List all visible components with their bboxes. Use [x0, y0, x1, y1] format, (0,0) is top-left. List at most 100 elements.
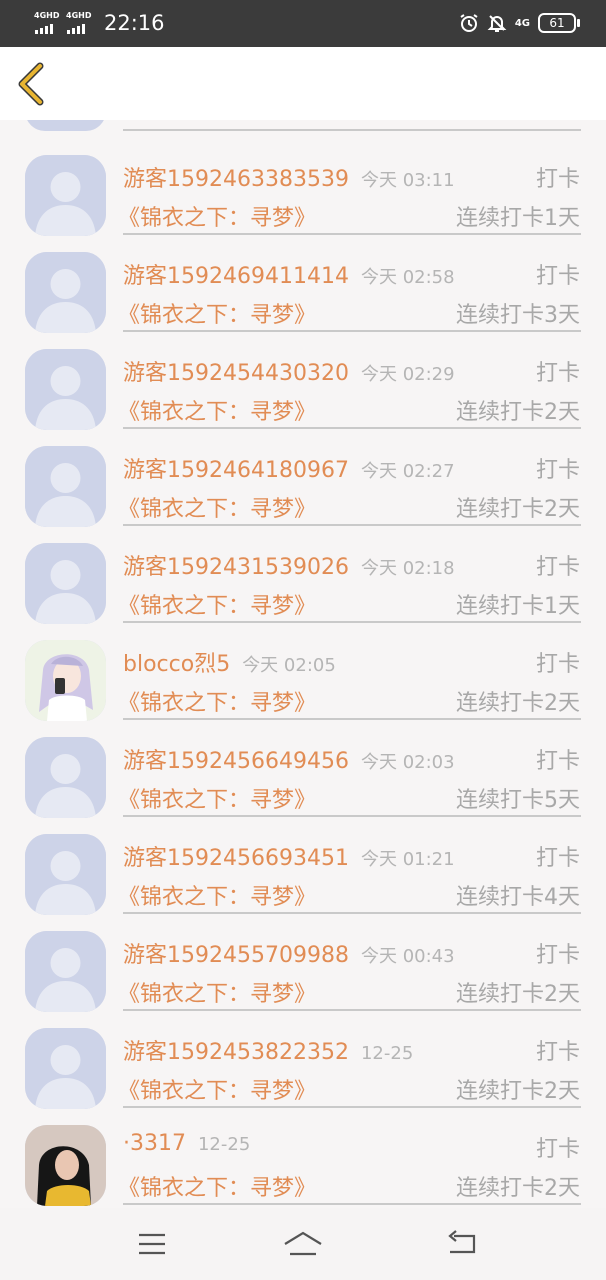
user-name[interactable]: ·3317 12-25 — [123, 1131, 250, 1156]
book-title[interactable]: 《锦衣之下：寻梦》 — [118, 685, 316, 717]
timestamp: 今天 02:03 — [360, 752, 455, 773]
divider — [123, 1203, 581, 1205]
avatar[interactable] — [25, 834, 106, 915]
user-name-text: 游客1592463383539 — [123, 167, 349, 192]
action-label: 打卡 — [535, 1040, 580, 1065]
divider — [123, 330, 581, 332]
book-title[interactable]: 《锦衣之下：寻梦》 — [118, 782, 316, 814]
user-name[interactable]: 游客1592455709988 今天 00:43 — [123, 937, 455, 969]
avatar[interactable] — [25, 1125, 106, 1206]
alarm-icon — [460, 14, 478, 32]
book-title[interactable]: 《锦衣之下：寻梦》 — [118, 297, 316, 329]
status-bar: 4GHD 4GHD 22:16 4G 61 — [0, 0, 606, 47]
list-item[interactable]: 游客1592464180967 今天 02:27 打卡《锦衣之下：寻梦》 连续打卡2天 — [0, 438, 606, 535]
divider — [123, 621, 581, 623]
user-name[interactable]: 游客1592456693451 今天 01:21 — [123, 840, 455, 872]
book-title[interactable]: 《锦衣之下：寻梦》 — [118, 976, 316, 1008]
book-title[interactable]: 《锦衣之下：寻梦》 — [118, 200, 316, 232]
avatar[interactable] — [25, 640, 106, 721]
action-label: 打卡 — [535, 555, 580, 580]
list-item[interactable]: 游客1592469411414 今天 02:58 打卡《锦衣之下：寻梦》 连续打卡3天 — [0, 244, 606, 341]
list-item[interactable]: blocco烈5 今天 02:05 打卡《锦衣之下：寻梦》 连续打卡2天 — [0, 632, 606, 729]
list-item[interactable]: 游客1592456693451 今天 01:21 打卡 《锦衣之下：寻梦》 连续打卡4天 — [0, 826, 606, 923]
timestamp: 今天 00:43 — [360, 946, 455, 967]
partial-list-item — [0, 120, 606, 132]
list-item[interactable]: ·3317 12-25 打卡《锦衣之下：寻梦》 连续打卡2天 — [0, 1117, 606, 1208]
home-button[interactable] — [283, 1228, 323, 1260]
user-name-text: 游客1592456649456 — [123, 749, 349, 774]
timestamp: 今天 02:18 — [360, 558, 455, 579]
user-name-text: 游客1592455709988 — [123, 943, 349, 968]
user-name[interactable]: 游客1592456649456 今天 02:03 — [123, 743, 455, 775]
system-nav-bar — [0, 1208, 606, 1280]
action-label: 打卡 — [535, 749, 580, 774]
book-title[interactable]: 《锦衣之下：寻梦》 — [118, 394, 316, 426]
book-title[interactable]: 《锦衣之下：寻梦》 — [118, 1170, 316, 1202]
return-button[interactable] — [442, 1228, 482, 1260]
avatar[interactable] — [25, 349, 106, 430]
book-title[interactable]: 《锦衣之下：寻梦》 — [118, 1073, 316, 1105]
user-name-text: 游客1592453822352 — [123, 1040, 349, 1065]
streak-label: 连续打卡1天 — [456, 594, 580, 619]
user-name[interactable]: 游客1592454430320 今天 02:29 — [123, 355, 455, 387]
streak-label: 连续打卡2天 — [456, 497, 580, 522]
avatar[interactable] — [25, 737, 106, 818]
streak-label: 连续打卡2天 — [456, 691, 580, 716]
book-title[interactable]: 《锦衣之下：寻梦》 — [118, 491, 316, 523]
list-item[interactable]: 游客1592463383539 今天 03:11 打卡《锦衣之下：寻梦》 连续打卡1天 — [0, 147, 606, 244]
user-name[interactable]: 游客1592464180967 今天 02:27 — [123, 452, 455, 484]
divider — [123, 233, 581, 235]
list-item[interactable]: 游客1592456649456 今天 02:03 打卡 《锦衣之下：寻梦》 连续打卡5天 — [0, 729, 606, 826]
timestamp: 今天 02:27 — [360, 461, 455, 482]
avatar[interactable] — [25, 252, 106, 333]
divider — [123, 815, 581, 817]
book-title[interactable]: 《锦衣之下：寻梦》 — [118, 879, 316, 911]
avatar[interactable] — [25, 931, 106, 1012]
divider — [123, 427, 581, 429]
divider — [123, 912, 581, 914]
user-name[interactable]: 游客1592463383539 今天 03:11 — [123, 161, 455, 193]
user-name-text: 游客1592456693451 — [123, 846, 349, 871]
divider — [123, 129, 581, 131]
menu-button[interactable] — [132, 1228, 172, 1260]
battery-icon: 61 — [538, 13, 580, 33]
status-time: 22:16 — [104, 11, 165, 35]
timestamp: 12-25 — [360, 1043, 414, 1064]
user-name-text: blocco烈5 — [123, 652, 231, 677]
bell-off-icon — [487, 15, 507, 32]
action-label: 打卡 — [535, 264, 580, 289]
list-item[interactable]: 游客1592454430320 今天 02:29 打卡 《锦衣之下：寻梦》 连续打卡2天 — [0, 341, 606, 438]
user-name-text: 游客1592431539026 — [123, 555, 349, 580]
streak-label: 连续打卡1天 — [456, 206, 580, 231]
avatar[interactable] — [25, 543, 106, 624]
list-item[interactable]: 游客1592453822352 12-25 打卡《锦衣之下：寻梦》 连续打卡2天 — [0, 1020, 606, 1117]
streak-label: 连续打卡2天 — [456, 1079, 580, 1104]
user-name-text: 游客1592454430320 — [123, 361, 349, 386]
checkin-list[interactable]: 游客1592463383539 今天 03:11 打卡 《锦衣之下：寻梦》 连续打卡1天… — [0, 120, 606, 1208]
action-label: 打卡 — [535, 652, 580, 677]
avatar — [25, 120, 106, 131]
book-title[interactable]: 《锦衣之下：寻梦》 — [118, 588, 316, 620]
user-name-text: 游客1592464180967 — [123, 458, 349, 483]
action-label: 打卡 — [535, 1137, 580, 1162]
avatar[interactable] — [25, 1028, 106, 1109]
avatar[interactable] — [25, 446, 106, 527]
action-label: 打卡 — [535, 458, 580, 483]
return-icon — [448, 1230, 476, 1254]
user-name[interactable]: blocco烈5 今天 02:05 — [123, 646, 336, 678]
signal-label: 4GHD — [66, 11, 92, 20]
back-button[interactable] — [14, 62, 54, 106]
signal-icon: 4GHD — [34, 12, 60, 34]
streak-label: 连续打卡3天 — [456, 303, 580, 328]
user-name[interactable]: 游客1592469411414 今天 02:58 — [123, 258, 455, 290]
menu-icon — [139, 1233, 165, 1255]
avatar[interactable] — [25, 155, 106, 236]
streak-label: 连续打卡2天 — [456, 982, 580, 1007]
user-name[interactable]: 游客1592453822352 12-25 — [123, 1034, 413, 1066]
action-label: 打卡 — [535, 167, 580, 192]
user-name[interactable]: 游客1592431539026 今天 02:18 — [123, 549, 455, 581]
home-icon — [284, 1231, 322, 1256]
list-item[interactable]: 游客1592431539026 今天 02:18 打卡《锦衣之下：寻梦》 连续打卡1天 — [0, 535, 606, 632]
streak-label: 连续打卡2天 — [456, 1176, 580, 1201]
list-item[interactable]: 游客1592455709988 今天 00:43 打卡 《锦衣之下：寻梦》 连续打卡2天 — [0, 923, 606, 1020]
